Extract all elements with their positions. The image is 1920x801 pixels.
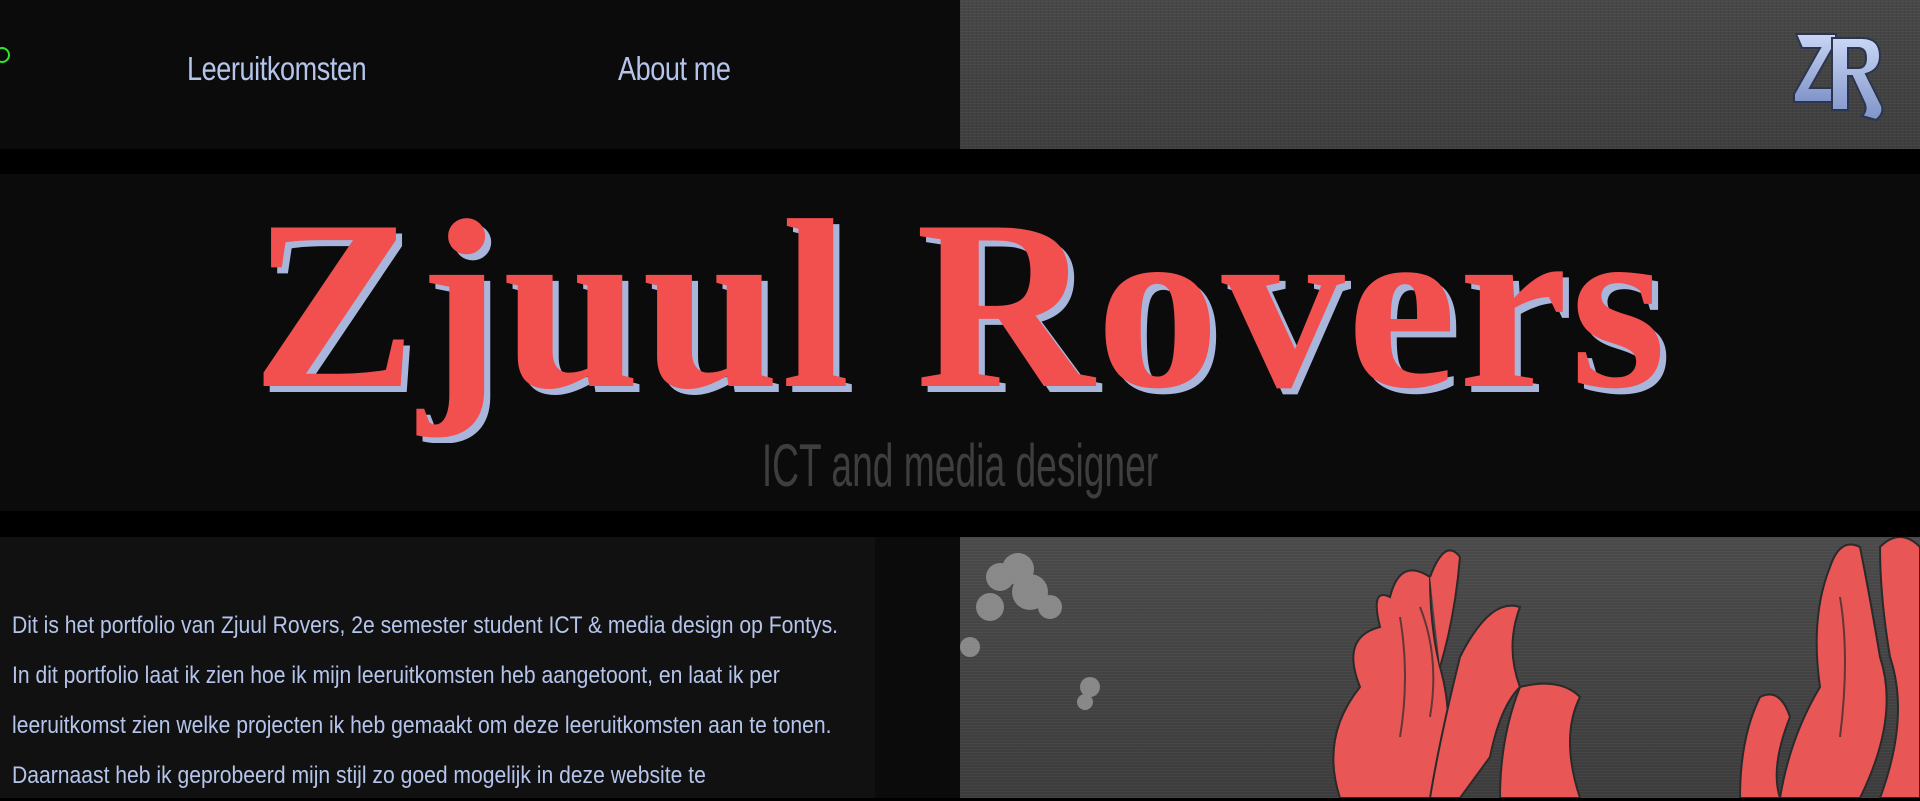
page-title: Zjuul Rovers (251, 171, 1669, 439)
nav-link-leeruitkomsten[interactable]: Leeruitkomsten (187, 50, 367, 88)
artwork-image (960, 537, 1920, 798)
header-image (960, 0, 1920, 149)
nav-link-about-me[interactable]: About me (618, 50, 731, 88)
page-subtitle: ICT and media designer (761, 432, 1159, 499)
circle-outline-icon (0, 47, 10, 63)
intro-text: Dit is het portfolio van Zjuul Rovers, 2… (12, 612, 839, 789)
divider (875, 537, 960, 798)
zr-monogram-logo[interactable] (1792, 26, 1888, 126)
artwork-illustration (960, 537, 1920, 798)
top-nav: Leeruitkomsten About me (0, 0, 960, 149)
hero-banner: Zjuul Rovers ICT and media designer (0, 174, 1920, 511)
